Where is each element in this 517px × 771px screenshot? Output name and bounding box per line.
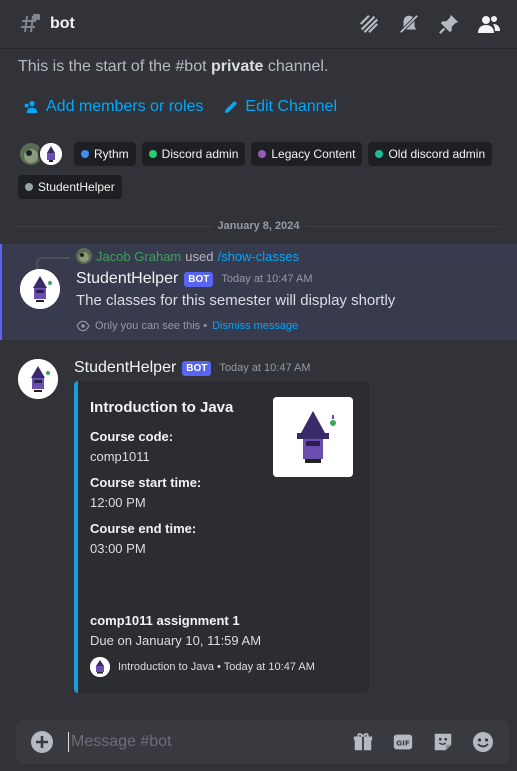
intro-bold: private <box>210 58 264 75</box>
footer-avatar <box>90 657 110 677</box>
field-name: Course code: <box>90 429 174 444</box>
field-value: Due on January 10, 11:59 AM <box>90 633 262 648</box>
eye-icon <box>76 319 90 333</box>
message-header: StudentHelper BOT Today at 10:47 AM <box>76 270 313 288</box>
reply-used-text: used <box>185 248 214 264</box>
svg-text:GIF: GIF <box>396 739 410 748</box>
add-members-label: Add members or roles <box>46 98 204 115</box>
ephemeral-note: Only you can see this • Dismiss message <box>76 319 298 333</box>
field-name: Course end time: <box>90 521 197 536</box>
date-label: January 8, 2024 <box>211 220 306 232</box>
role-tag[interactable]: Old discord admin <box>368 142 493 166</box>
role-dot <box>25 183 33 191</box>
role-tag[interactable]: Rythm <box>74 142 136 166</box>
gift-icon[interactable] <box>351 730 375 754</box>
member-avatars[interactable] <box>18 141 64 167</box>
bot-badge: BOT <box>184 271 214 287</box>
footer-text: Introduction to Java • Today at 10:47 AM <box>118 661 315 673</box>
role-tag[interactable]: StudentHelper <box>18 175 122 199</box>
gif-icon[interactable]: GIF <box>391 730 415 754</box>
add-member-icon <box>24 99 40 115</box>
channel-hash-lock-icon <box>18 12 42 36</box>
add-members-button[interactable]: Add members or roles <box>24 98 203 116</box>
dismiss-message-link[interactable]: Dismiss message <box>212 320 298 332</box>
reply-avatar <box>76 248 92 264</box>
channel-roles: Rythm Discord admin Legacy Content Old d… <box>18 141 498 199</box>
role-dot <box>148 150 157 158</box>
role-dot <box>258 150 267 158</box>
avatar <box>38 141 64 167</box>
embed-footer: Introduction to Java • Today at 10:47 AM <box>90 657 315 677</box>
bot-avatar[interactable] <box>18 359 58 399</box>
embed-title: Introduction to Java <box>90 399 234 416</box>
pin-icon[interactable] <box>437 12 461 36</box>
role-tag[interactable]: Legacy Content <box>251 142 363 166</box>
bot-avatar[interactable] <box>20 269 60 309</box>
role-label: Old discord admin <box>388 147 486 161</box>
bot-badge: BOT <box>182 360 212 376</box>
role-dot <box>81 150 89 158</box>
threads-icon[interactable] <box>357 12 381 36</box>
reply-username[interactable]: Jacob Graham <box>96 249 181 264</box>
message-timestamp: Today at 10:47 AM <box>221 273 313 285</box>
role-dot <box>375 150 384 158</box>
date-divider: January 8, 2024 <box>16 220 501 232</box>
role-tag[interactable]: Discord admin <box>141 142 246 166</box>
message-text: The classes for this semester will displ… <box>76 292 396 309</box>
role-label: Rythm <box>94 147 129 161</box>
notification-muted-icon[interactable] <box>397 12 421 36</box>
field-name: Course start time: <box>90 475 202 490</box>
role-label: Discord admin <box>161 147 239 161</box>
field-value: comp1011 <box>90 449 150 464</box>
author-name[interactable]: StudentHelper <box>74 359 176 377</box>
course-embed: Introduction to Java Course code: comp10… <box>74 381 369 693</box>
sticker-icon[interactable] <box>431 730 455 754</box>
edit-channel-button[interactable]: Edit Channel <box>223 98 337 116</box>
author-name[interactable]: StudentHelper <box>76 270 178 288</box>
channel-title: bot <box>50 15 75 32</box>
ephemeral-text: Only you can see this • <box>95 320 208 332</box>
reply-command[interactable]: /show-classes <box>217 249 299 264</box>
field-name: comp1011 assignment 1 <box>90 613 240 628</box>
message-timestamp: Today at 10:47 AM <box>219 362 311 374</box>
reply-context[interactable]: Jacob Graham used /show-classes <box>36 248 299 271</box>
message-input[interactable] <box>71 733 351 751</box>
role-label: StudentHelper <box>38 180 115 194</box>
intro-prefix: This is the start of the #bot <box>18 58 211 75</box>
emoji-icon[interactable] <box>471 730 495 754</box>
edit-channel-label: Edit Channel <box>245 98 338 115</box>
pencil-icon <box>223 99 239 115</box>
member-list-icon[interactable] <box>477 12 501 36</box>
channel-intro-text: This is the start of the #bot private ch… <box>18 58 328 76</box>
role-label: Legacy Content <box>271 147 356 161</box>
channel-header: bot <box>0 0 517 49</box>
message-ephemeral[interactable]: Jacob Graham used /show-classes StudentH… <box>0 244 517 340</box>
message-composer: GIF <box>16 720 509 764</box>
embed-thumbnail[interactable] <box>273 397 353 477</box>
channel-actions: Add members or roles Edit Channel <box>24 98 337 116</box>
message-header: StudentHelper BOT Today at 10:47 AM <box>74 359 311 377</box>
text-caret <box>68 732 69 752</box>
intro-suffix: channel. <box>263 58 329 75</box>
field-value: 12:00 PM <box>90 495 146 510</box>
field-value: 03:00 PM <box>90 541 146 556</box>
add-attachment-icon[interactable] <box>30 730 54 754</box>
